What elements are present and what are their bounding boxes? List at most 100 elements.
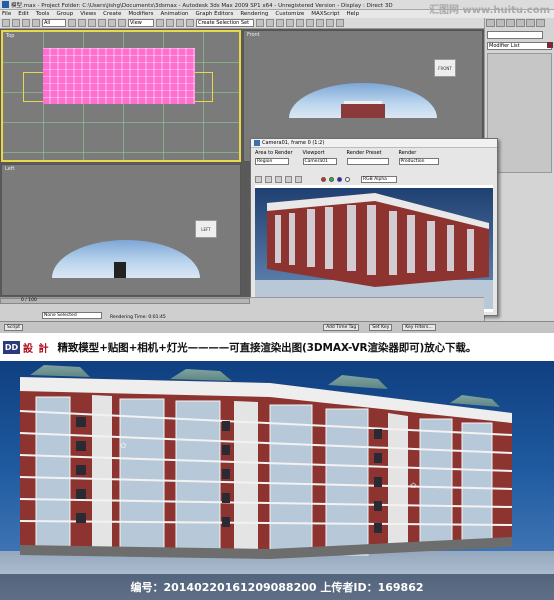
copy-image-icon[interactable] <box>265 175 272 183</box>
selection-status: None Selected <box>42 312 102 319</box>
key-filters-button[interactable]: Key Filters... <box>402 324 436 331</box>
save-image-icon[interactable] <box>255 175 262 183</box>
clear-icon[interactable] <box>295 175 302 183</box>
sky-dome-left <box>52 240 200 278</box>
image-caption-bar: 编号：20140220161209088200 上传者ID：169862 <box>0 574 554 600</box>
viewport-dropdown[interactable]: Camera01 <box>302 158 337 165</box>
menu-rendering[interactable]: Rendering <box>240 11 268 17</box>
selection-filter-dropdown[interactable]: All <box>42 19 66 27</box>
promo-description: 精致模型+贴图+相机+灯光————可直接渲染出图(3DMAX-VR渲染器即可)放… <box>57 341 477 354</box>
viewcube-left[interactable]: LEFT <box>195 220 217 238</box>
render-window-titlebar[interactable]: Camera01, frame 0 (1:2) <box>251 139 497 148</box>
building-model-top[interactable] <box>43 48 195 104</box>
render-frame-icon[interactable] <box>326 19 334 27</box>
object-name-field[interactable] <box>487 31 543 39</box>
schematic-view-icon[interactable] <box>296 19 304 27</box>
pivot-icon[interactable] <box>156 19 164 27</box>
menu-customize[interactable]: Customize <box>275 11 304 17</box>
watermark-icon: ✿ <box>120 441 127 450</box>
rendered-frame-window: Camera01, frame 0 (1:2) Area to Render R… <box>250 138 498 316</box>
area-to-render-dropdown[interactable]: Region <box>255 158 289 165</box>
brand-logo-text: 設 計 <box>23 343 50 355</box>
green-channel-icon[interactable] <box>329 176 334 182</box>
link-icon[interactable] <box>22 19 30 27</box>
render-preset-dropdown[interactable] <box>346 158 389 165</box>
print-icon[interactable] <box>285 175 292 183</box>
site-watermark: 汇图网 www.huitu.com <box>429 5 550 16</box>
sky-dome-front <box>289 83 437 118</box>
menu-maxscript[interactable]: MAXScript <box>311 11 339 17</box>
render-mode-dropdown[interactable]: Production <box>398 158 439 165</box>
large-render-preview: ✿ ✿ 编号：20140220161209088200 上传者ID：169862 <box>0 361 554 600</box>
scale-icon[interactable] <box>118 19 126 27</box>
render-window-title: Camera01, frame 0 (1:2) <box>262 140 325 146</box>
blue-channel-icon[interactable] <box>337 176 342 182</box>
rotate-icon[interactable] <box>108 19 116 27</box>
viewport-label: Viewport <box>302 150 325 156</box>
menu-file[interactable]: File <box>2 11 11 17</box>
time-slider[interactable]: 0 / 100 <box>0 298 250 304</box>
curve-editor-icon[interactable] <box>286 19 294 27</box>
reference-coord-dropdown[interactable]: View <box>128 19 154 27</box>
render-production-icon[interactable] <box>336 19 344 27</box>
rect-region-icon[interactable] <box>88 19 96 27</box>
menu-group[interactable]: Group <box>56 11 73 17</box>
alpha-channel-icon[interactable] <box>345 176 350 182</box>
named-selection-set[interactable]: Create Selection Set <box>196 19 254 27</box>
menu-tools[interactable]: Tools <box>36 11 50 17</box>
menu-animation[interactable]: Animation <box>161 11 189 17</box>
render-setup-icon[interactable] <box>316 19 324 27</box>
move-icon[interactable] <box>98 19 106 27</box>
create-tab-icon[interactable] <box>486 19 495 27</box>
menu-create[interactable]: Create <box>103 11 121 17</box>
viewport-top[interactable]: Top <box>1 30 241 162</box>
mirror-icon[interactable] <box>256 19 264 27</box>
layer-manager-icon[interactable] <box>276 19 284 27</box>
viewport-front-label[interactable]: Front <box>247 32 260 38</box>
main-toolbar: All View Create Selection Set <box>0 18 484 29</box>
render-preset-label: Render Preset <box>346 150 382 156</box>
utilities-tab-icon[interactable] <box>536 19 545 27</box>
modify-tab-icon[interactable] <box>496 19 505 27</box>
viewport-left-label[interactable]: Left <box>5 166 14 172</box>
select-icon[interactable] <box>68 19 76 27</box>
align-icon[interactable] <box>266 19 274 27</box>
material-editor-icon[interactable] <box>306 19 314 27</box>
add-time-tag-button[interactable]: Add Time Tag <box>323 324 360 331</box>
viewport-left[interactable]: Left LEFT <box>1 164 241 296</box>
viewport-top-label[interactable]: Top <box>6 33 14 39</box>
viewcube-front[interactable]: FRONT <box>434 59 456 77</box>
select-by-name-icon[interactable] <box>78 19 86 27</box>
motion-tab-icon[interactable] <box>516 19 525 27</box>
menu-help[interactable]: Help <box>347 11 360 17</box>
clone-window-icon[interactable] <box>275 175 282 183</box>
set-key-button[interactable]: Set Key <box>369 324 393 331</box>
menu-views[interactable]: Views <box>80 11 96 17</box>
angle-snap-icon[interactable] <box>176 19 184 27</box>
object-color-swatch[interactable] <box>547 42 553 48</box>
menu-edit[interactable]: Edit <box>18 11 29 17</box>
display-tab-icon[interactable] <box>526 19 535 27</box>
maxscript-listener[interactable]: Script <box>4 324 24 331</box>
render-time-text: Rendering Time: 0:01:45 <box>110 315 166 320</box>
building-render-image <box>0 365 554 600</box>
undo-icon[interactable] <box>2 19 10 27</box>
watermark-icon: ✿ <box>410 481 417 490</box>
max-window: 模型.max - Project Folder: C:\Users\jishg\… <box>0 0 554 333</box>
snap-icon[interactable] <box>166 19 174 27</box>
bottom-status-strip: Script Add Time Tag Set Key Key Filters.… <box>0 321 554 333</box>
small-render-image <box>255 185 493 312</box>
render-canvas <box>255 185 493 312</box>
redo-icon[interactable] <box>12 19 20 27</box>
red-channel-icon[interactable] <box>321 176 326 182</box>
render-window-icon <box>254 140 260 146</box>
menu-graph-editors[interactable]: Graph Editors <box>196 11 234 17</box>
hierarchy-tab-icon[interactable] <box>506 19 515 27</box>
percent-snap-icon[interactable] <box>186 19 194 27</box>
channel-display-dropdown[interactable]: RGB Alpha <box>361 175 397 183</box>
unlink-icon[interactable] <box>32 19 40 27</box>
modifier-list-dropdown[interactable]: Modifier List <box>487 42 552 50</box>
image-caption: 编号：20140220161209088200 上传者ID：169862 <box>130 581 424 594</box>
app-icon[interactable] <box>2 1 9 8</box>
menu-modifiers[interactable]: Modifiers <box>128 11 153 17</box>
